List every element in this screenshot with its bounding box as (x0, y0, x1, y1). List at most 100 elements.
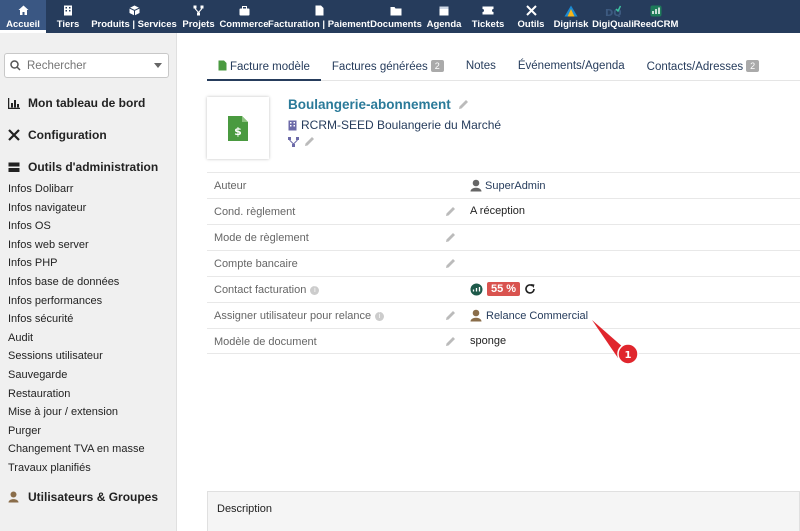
menu-billing[interactable]: Facturation | Paiement (268, 0, 370, 33)
chart-bar-icon (8, 97, 21, 109)
calendar-icon (439, 4, 449, 17)
menu-agenda-label: Agenda (426, 19, 462, 30)
admin-link[interactable]: Infos web server (8, 236, 145, 255)
menu-digirisk[interactable]: Digirisk (551, 0, 591, 33)
object-ref-text: Boulangerie-abonnement (288, 97, 451, 112)
tab-generated-invoices-label: Factures générées (331, 61, 428, 73)
menu-reedcrm-label: ReedCRM (633, 19, 679, 30)
admin-link[interactable]: Infos navigateur (8, 199, 145, 218)
project-row (288, 136, 315, 147)
menu-documents[interactable]: Documents (369, 0, 423, 33)
field-value-reminder-user[interactable]: Relance Commercial (470, 309, 588, 322)
refresh-icon[interactable] (524, 283, 536, 295)
admin-links-list: Infos Dolibarr Infos navigateur Infos OS… (8, 180, 145, 478)
pencil-icon[interactable] (445, 336, 456, 347)
sidebar-dashboard-label: Mon tableau de bord (28, 96, 146, 110)
user-avatar-icon (470, 179, 482, 192)
pencil-icon[interactable] (445, 310, 456, 321)
field-row-reminder-user: Assigner utilisateur pour relance i Relan… (207, 302, 800, 328)
admin-link[interactable]: Sauvegarde (8, 366, 145, 385)
menu-digiquali[interactable]: DQ DigiQuali (591, 0, 635, 33)
menu-thirdparties[interactable]: Tiers (46, 0, 90, 33)
field-row-bank-account: Compte bancaire (207, 250, 800, 276)
menu-projects[interactable]: Projets (178, 0, 219, 33)
pencil-icon[interactable] (445, 206, 456, 217)
admin-link[interactable]: Audit (8, 329, 145, 348)
info-icon[interactable]: i (375, 311, 385, 321)
svg-text:$: $ (234, 125, 242, 138)
search-icon (10, 60, 21, 71)
menu-digirisk-label: Digirisk (553, 19, 589, 30)
search-input[interactable] (27, 59, 152, 72)
home-icon (18, 4, 29, 17)
menu-products[interactable]: Produits | Services (90, 0, 178, 33)
menu-home[interactable]: Accueil (0, 0, 46, 33)
field-label-wrap: Assigner utilisateur pour relance i (214, 310, 385, 322)
admin-link[interactable]: Infos base de données (8, 273, 145, 292)
admin-link[interactable]: Infos Dolibarr (8, 180, 145, 199)
menu-tickets[interactable]: Tickets (465, 0, 511, 33)
field-label: Mode de règlement (214, 232, 309, 244)
admin-link[interactable]: Infos performances (8, 292, 145, 311)
info-icon[interactable]: i (310, 285, 320, 295)
admin-link[interactable]: Changement TVA en masse (8, 440, 145, 459)
tab-template-invoice[interactable]: Facture modèle (207, 52, 321, 81)
field-label: Compte bancaire (214, 258, 298, 270)
search-box[interactable] (4, 53, 169, 78)
menu-tools[interactable]: Outils (511, 0, 551, 33)
sidebar-configuration[interactable]: Configuration (8, 128, 107, 142)
building-icon (63, 4, 73, 17)
field-row-billing-contact: Contact facturation i 55 % (207, 276, 800, 302)
pencil-icon[interactable] (458, 99, 469, 110)
object-ref: Boulangerie-abonnement (288, 97, 469, 112)
briefcase-icon (239, 4, 250, 17)
menu-reedcrm[interactable]: ReedCRM (633, 0, 679, 33)
sidebar-admin-tools[interactable]: Outils d'administration (8, 160, 158, 174)
pencil-icon[interactable] (304, 136, 315, 147)
thirdparty-link[interactable]: RCRM-SEED Boulangerie du Marché (288, 118, 501, 132)
card-tabs: Facture modèle Factures générées 2 Notes … (207, 52, 800, 81)
admin-link[interactable]: Sessions utilisateur (8, 347, 145, 366)
invoice-icon (315, 4, 324, 17)
field-row-doc-model: Modèle de document sponge (207, 328, 800, 354)
top-menu-bar: Accueil Tiers Produits | Services Projet… (0, 0, 800, 33)
admin-link[interactable]: Mise à jour / extension (8, 403, 145, 422)
field-value-author[interactable]: SuperAdmin (470, 179, 546, 192)
reminder-user-name[interactable]: Relance Commercial (486, 310, 588, 322)
thirdparty-name: RCRM-SEED Boulangerie du Marché (301, 118, 502, 132)
admin-link[interactable]: Restauration (8, 385, 145, 404)
field-row-payment-terms: Cond. règlement A réception (207, 198, 800, 224)
admin-link[interactable]: Infos OS (8, 217, 145, 236)
sidebar-users-groups[interactable]: Utilisateurs & Groupes (8, 490, 158, 504)
field-value-doc-model: sponge (470, 335, 507, 347)
tab-events-label: Événements/Agenda (517, 60, 625, 72)
tab-generated-invoices[interactable]: Factures générées 2 (321, 52, 455, 81)
user-icon (8, 491, 21, 503)
admin-link[interactable]: Infos sécurité (8, 310, 145, 329)
menu-home-label: Accueil (6, 19, 40, 30)
tab-events[interactable]: Événements/Agenda (507, 52, 636, 81)
pencil-icon[interactable] (445, 232, 456, 243)
percentage-badge: 55 % (487, 282, 521, 296)
menu-commerce[interactable]: Commerce (219, 0, 269, 33)
sidebar-dashboard[interactable]: Mon tableau de bord (8, 96, 145, 110)
tab-contacts-label: Contacts/Adresses (646, 61, 744, 73)
count-badge: 2 (746, 60, 760, 72)
annotation-marker: 1 (592, 320, 639, 365)
chevron-down-icon[interactable] (154, 63, 162, 68)
admin-link[interactable]: Infos PHP (8, 254, 145, 273)
admin-link[interactable]: Travaux planifiés (8, 459, 145, 478)
author-name[interactable]: SuperAdmin (485, 180, 546, 192)
tab-notes[interactable]: Notes (455, 52, 507, 81)
pencil-icon[interactable] (445, 258, 456, 269)
sidebar-configuration-label: Configuration (28, 128, 107, 142)
field-label: Contact facturation (214, 284, 307, 296)
admin-link[interactable]: Purger (8, 422, 145, 441)
reedcrm-logo-icon[interactable] (470, 283, 483, 296)
tab-contacts[interactable]: Contacts/Adresses 2 (636, 52, 771, 81)
menu-agenda[interactable]: Agenda (423, 0, 465, 33)
menu-thirdparties-label: Tiers (56, 19, 80, 30)
field-label-wrap: Contact facturation i (214, 284, 320, 296)
field-label: Assigner utilisateur pour relance (214, 310, 372, 322)
field-label: Modèle de document (214, 336, 317, 348)
